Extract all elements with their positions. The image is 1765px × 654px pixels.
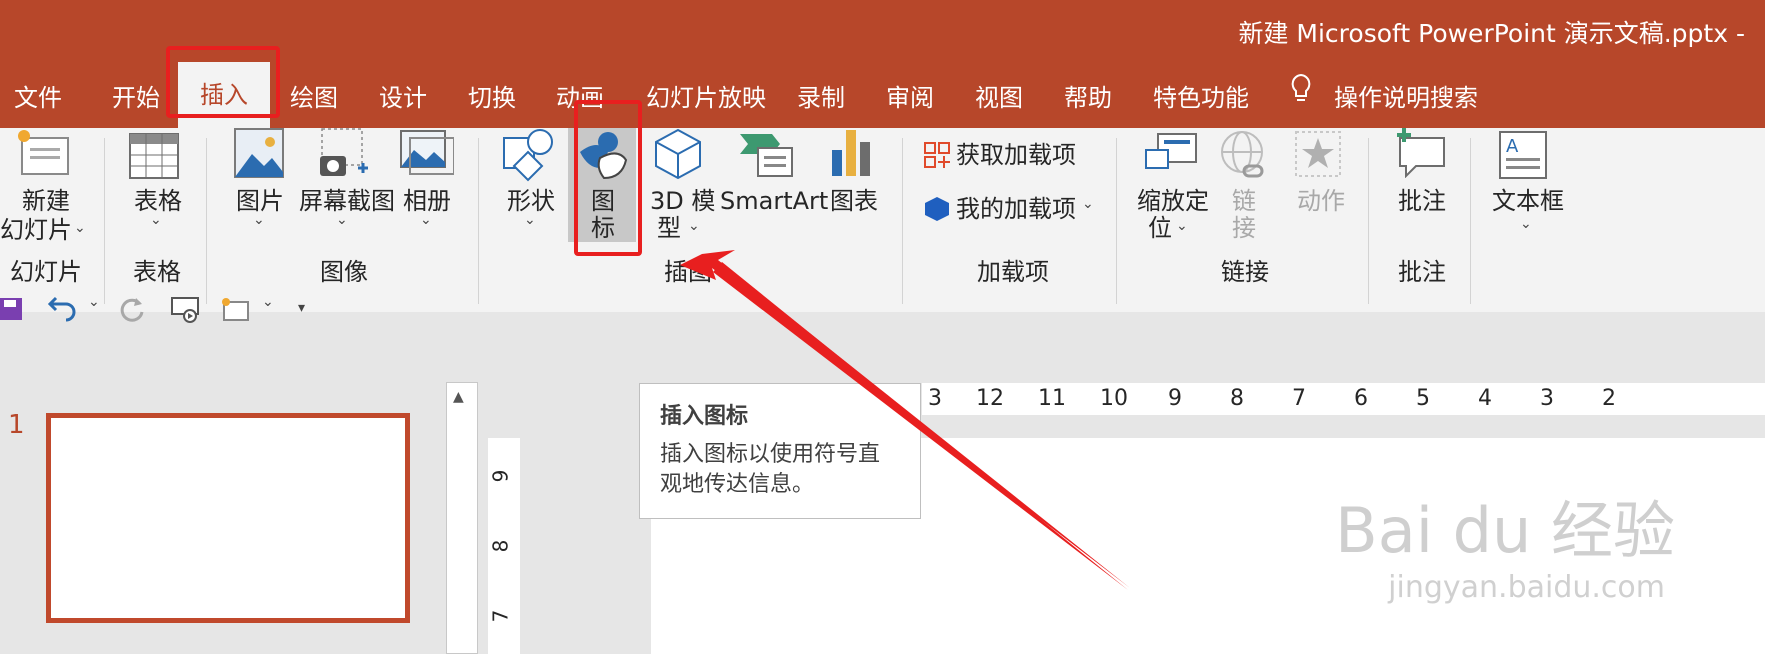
arrow-shaft [713,262,1128,590]
annotation-arrow [680,250,1130,590]
